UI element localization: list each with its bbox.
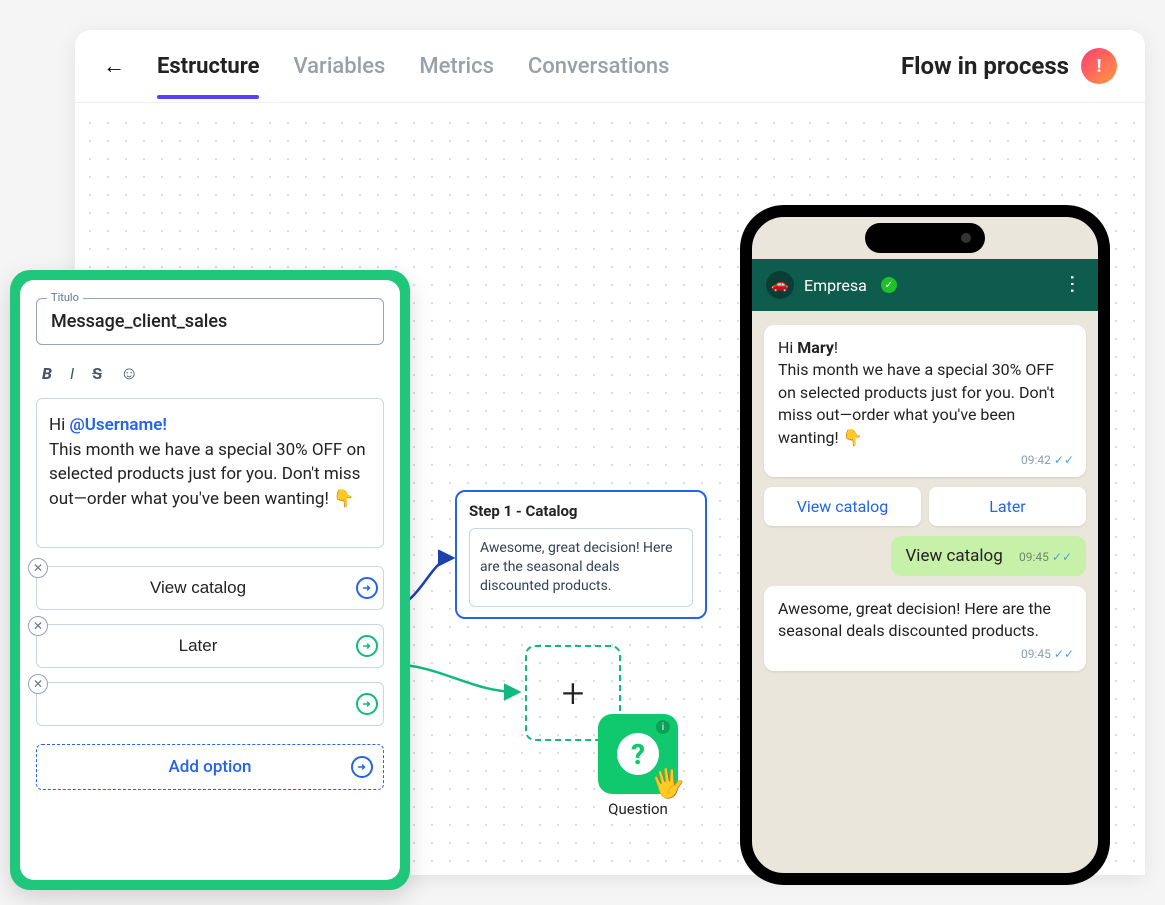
incoming-message-2: Awesome, great decision! Here are the se…: [764, 586, 1086, 671]
outgoing-message: View catalog 09:45✓✓: [891, 536, 1086, 576]
quick-reply-later[interactable]: Later: [929, 487, 1086, 526]
read-ticks-icon: ✓✓: [1054, 647, 1074, 661]
step-node[interactable]: Step 1 - Catalog Awesome, great decision…: [455, 490, 707, 619]
out-timestamp: 09:45✓✓: [1019, 550, 1072, 564]
title-value: Message_client_sales: [51, 311, 369, 332]
step-body: Awesome, great decision! Here are the se…: [469, 528, 693, 607]
read-ticks-icon: ✓✓: [1052, 550, 1072, 564]
option-input-2[interactable]: [36, 624, 384, 668]
msg-prefix: Hi: [49, 415, 69, 435]
title-label: Titulo: [47, 291, 83, 304]
remove-option-icon[interactable]: ✕: [28, 616, 48, 636]
option-row-1: ✕: [36, 566, 384, 610]
msg1-suffix: !: [834, 338, 838, 357]
format-toolbar: B I S ☺: [36, 359, 384, 398]
read-ticks-icon: ✓✓: [1054, 453, 1074, 467]
arrow-right-icon: [351, 756, 373, 778]
chat-header: 🚗 Empresa ✓ ⋯: [752, 259, 1098, 311]
question-label: Question: [592, 800, 684, 818]
bold-button[interactable]: B: [42, 364, 52, 383]
msg1-timestamp: 09:42✓✓: [1021, 452, 1074, 469]
username-variable[interactable]: @Username!: [69, 415, 167, 435]
topbar: ← Estructure Variables Metrics Conversat…: [75, 30, 1145, 103]
question-block[interactable]: i ? 🖐 Question: [592, 714, 684, 818]
tab-variables[interactable]: Variables: [293, 54, 385, 79]
flow-status: Flow in process !: [901, 48, 1117, 84]
add-option-label: Add option: [169, 757, 252, 777]
company-name: Empresa: [804, 276, 867, 295]
plus-icon: +: [562, 670, 585, 717]
quick-reply-row: View catalog Later: [764, 487, 1086, 526]
phone-preview: 🚗 Empresa ✓ ⋯ Hi Mary! This month we hav…: [740, 205, 1110, 885]
msg1-body: This month we have a special 30% OFF on …: [778, 360, 1055, 446]
italic-button[interactable]: I: [70, 364, 74, 383]
tabs: Estructure Variables Metrics Conversatio…: [157, 54, 670, 79]
tab-estructure[interactable]: Estructure: [157, 54, 259, 79]
message-textarea[interactable]: Hi @Username! This month we have a speci…: [36, 398, 384, 548]
kebab-menu-icon[interactable]: ⋯: [1061, 274, 1085, 296]
msg1-prefix: Hi: [778, 338, 797, 357]
option-input-3[interactable]: [36, 682, 384, 726]
editor-inner: Titulo Message_client_sales B I S ☺ Hi @…: [20, 280, 400, 880]
remove-option-icon[interactable]: ✕: [28, 674, 48, 694]
out-text: View catalog: [905, 546, 1002, 566]
flow-status-label: Flow in process: [901, 52, 1069, 80]
step-title: Step 1 - Catalog: [469, 502, 693, 520]
msg-body: This month we have a special 30% OFF on …: [49, 440, 366, 509]
info-badge-icon: i: [656, 720, 670, 734]
msg2-timestamp: 09:45✓✓: [1021, 646, 1074, 663]
quick-reply-view-catalog[interactable]: View catalog: [764, 487, 921, 526]
option-row-2: ✕: [36, 624, 384, 668]
msg1-name: Mary: [797, 338, 834, 357]
emoji-button[interactable]: ☺: [120, 363, 138, 384]
verified-badge-icon: ✓: [881, 277, 897, 293]
question-icon: i ? 🖐: [598, 714, 678, 794]
cursor-hand-icon: 🖐: [649, 764, 689, 803]
add-option-button[interactable]: Add option: [36, 744, 384, 790]
connector-icon[interactable]: [356, 577, 378, 599]
connector-icon[interactable]: [356, 693, 378, 715]
company-avatar-icon: 🚗: [766, 271, 794, 299]
msg2-body: Awesome, great decision! Here are the se…: [778, 599, 1051, 640]
strike-button[interactable]: S: [92, 364, 102, 383]
tab-metrics[interactable]: Metrics: [419, 54, 494, 79]
title-field[interactable]: Titulo Message_client_sales: [36, 298, 384, 345]
chat-body: Hi Mary! This month we have a special 30…: [752, 311, 1098, 671]
phone-notch: [865, 223, 985, 253]
message-editor-card: Titulo Message_client_sales B I S ☺ Hi @…: [10, 270, 410, 890]
remove-option-icon[interactable]: ✕: [28, 558, 48, 578]
option-input-1[interactable]: [36, 566, 384, 610]
alert-icon: !: [1081, 48, 1117, 84]
tab-conversations[interactable]: Conversations: [528, 54, 670, 79]
connector-icon[interactable]: [356, 635, 378, 657]
camera-icon: [961, 233, 971, 243]
option-row-3: ✕: [36, 682, 384, 726]
back-arrow-icon[interactable]: ←: [103, 53, 125, 79]
incoming-message-1: Hi Mary! This month we have a special 30…: [764, 325, 1086, 477]
